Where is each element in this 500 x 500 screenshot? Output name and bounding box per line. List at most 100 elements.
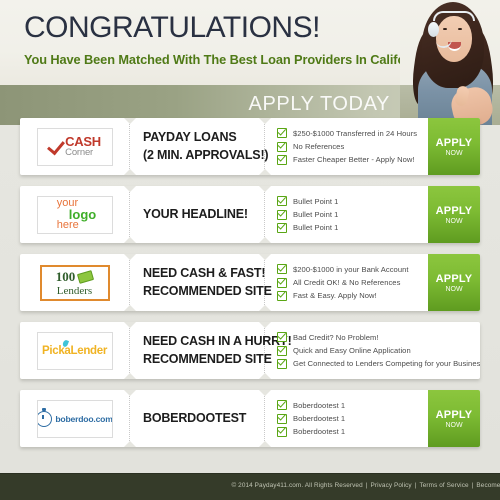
stopwatch-icon [37,407,53,427]
headline-line: (2 MIN. APPROVALS!) [143,147,269,162]
offer-bullets-cell: Boberdootest 1 Boberdootest 1 Boberdoote… [265,390,428,447]
offer-card[interactable]: CASH Corner PAYDAY LOANS (2 MIN. APPROVA… [20,118,480,175]
check-box-icon [277,141,287,152]
card-notch-bottom [259,169,271,175]
check-box-icon [277,277,287,288]
check-box-icon [277,426,287,437]
apply-button[interactable]: APPLY NOW [428,118,480,175]
card-notch-bottom [259,373,271,379]
check-box-icon [277,400,287,411]
bullet-text: Bullet Point 1 [293,210,339,219]
card-notch-top [124,186,136,192]
bullet-text: Fast & Easy. Apply Now! [293,291,377,301]
offer-headline: YOUR HEADLINE! [143,206,248,223]
check-box-icon [277,358,287,369]
card-notch-bottom [124,441,136,447]
apply-button[interactable]: APPLY NOW [428,186,480,243]
card-notch-top [124,322,136,328]
headset-band-icon [433,11,475,21]
offer-headline-cell: PAYDAY LOANS (2 MIN. APPROVALS!) [130,118,269,175]
bullet-text: Quick and Easy Online Application [293,346,411,355]
logo-line-1: PickaLender [41,344,108,357]
100-lenders-logo: 100 Lenders [39,264,110,301]
check-box-icon [277,128,287,139]
headset-earcup-icon [428,22,439,37]
offer-headline: PAYDAY LOANS (2 MIN. APPROVALS!) [143,129,269,164]
card-notch-top [124,254,136,260]
offer-bullets-cell: $250-$1000 Transferred in 24 Hours No Re… [265,118,428,175]
bullet-item: $200-$1000 in your Bank Account [277,264,428,275]
offer-logo-cell: 100 Lenders [20,254,130,311]
card-notch-top [259,390,271,396]
check-box-icon [277,290,287,301]
bullet-item: Bullet Point 1 [277,196,428,207]
logo-line-1: 100 [55,269,76,284]
bullet-text: $200-$1000 in your Bank Account [293,264,409,274]
offer-logo-cell: CASH Corner [20,118,130,175]
logo-line-1: boberdoo.com [55,413,113,424]
bullet-item: Bullet Point 1 [277,209,428,220]
bullet-text: Bullet Point 1 [293,196,339,206]
privacy-policy-link[interactable]: Privacy Policy [371,482,412,489]
offer-headline-cell: BOBERDOOTEST [130,390,265,447]
offer-card[interactable]: PickaLender NEED CASH IN A HURRY! RECOMM… [20,322,480,379]
card-notch-top [259,118,271,124]
bullet-item: $250-$1000 Transferred in 24 Hours [277,128,428,139]
become-a-link[interactable]: Become a [476,482,500,489]
card-notch-bottom [124,169,136,175]
offer-bullets-cell: Bad Credit? No Problem! Quick and Easy O… [265,322,480,379]
apply-button[interactable]: APPLY NOW [428,254,480,311]
headline-line: NEED CASH & FAST! [143,266,266,281]
card-notch-bottom [124,305,136,311]
bullet-text: Faster Cheaper Better - Apply Now! [293,155,415,165]
offer-logo-cell: PickaLender [20,322,130,379]
offer-headline-cell: YOUR HEADLINE! [130,186,265,243]
offer-card[interactable]: 100 Lenders NEED CASH & FAST! RECOMMENDE… [20,254,480,311]
check-box-icon [277,332,287,343]
bullet-text: Boberdootest 1 [293,427,346,437]
bullet-item: Boberdootest 1 [277,426,428,437]
check-box-icon [277,154,287,165]
bullet-text: Get Connected to Lenders Competing for y… [293,359,480,369]
card-notch-bottom [259,441,271,447]
header-text-block: CONGRATULATIONS! You Have Been Matched W… [24,13,432,68]
card-notch-bottom [259,237,271,243]
headline-line: RECOMMENDED SITE [143,283,272,298]
offer-headline: BOBERDOOTEST [143,410,246,427]
check-box-icon [277,413,287,424]
bullet-item: Fast & Easy. Apply Now! [277,290,428,301]
copyright-text: © 2014 Payday411.com. All Rights Reserve… [231,482,363,489]
apply-button-sublabel: NOW [445,217,463,225]
offer-headline: NEED CASH & FAST! RECOMMENDED SITE [143,265,272,300]
check-box-icon [277,222,287,233]
boberdoo-logo: boberdoo.com [36,399,113,438]
page-subtitle: You Have Been Matched With The Best Loan… [24,52,432,67]
apply-button-sublabel: NOW [445,285,463,293]
card-notch-bottom [259,305,271,311]
offer-card[interactable]: your logo here YOUR HEADLINE! Bullet Poi… [20,186,480,243]
offer-bullets-cell: Bullet Point 1 Bullet Point 1 Bullet Poi… [265,186,428,243]
apply-today-label: APPLY TODAY [248,93,390,115]
card-notch-top [259,254,271,260]
apply-button-sublabel: NOW [445,149,463,157]
check-box-icon [277,345,287,356]
terms-of-service-link[interactable]: Terms of Service [419,482,468,489]
bullet-text: Bullet Point 1 [293,223,339,233]
apply-button[interactable]: APPLY NOW [428,390,480,447]
bullet-text: Boberdootest 1 [293,414,346,423]
logo-line-2: Corner [65,146,94,158]
offer-headline-cell: NEED CASH & FAST! RECOMMENDED SITE [130,254,272,311]
check-box-icon [277,264,287,275]
offer-card[interactable]: boberdoo.com BOBERDOOTEST Boberdootest 1… [20,390,480,447]
checkmark-icon [47,136,66,155]
offer-logo-cell: boberdoo.com [20,390,130,447]
bullet-text: Bad Credit? No Problem! [293,332,379,342]
bullet-text: No References [293,142,345,151]
apply-button-label: APPLY [435,408,473,421]
money-icon [77,269,95,284]
apply-button-label: APPLY [435,136,473,149]
check-box-icon [277,209,287,220]
headline-line: BOBERDOOTEST [143,410,247,425]
bullet-text: All Credit OK! & No References [293,278,401,287]
cash-corner-logo: CASH Corner [36,127,113,166]
